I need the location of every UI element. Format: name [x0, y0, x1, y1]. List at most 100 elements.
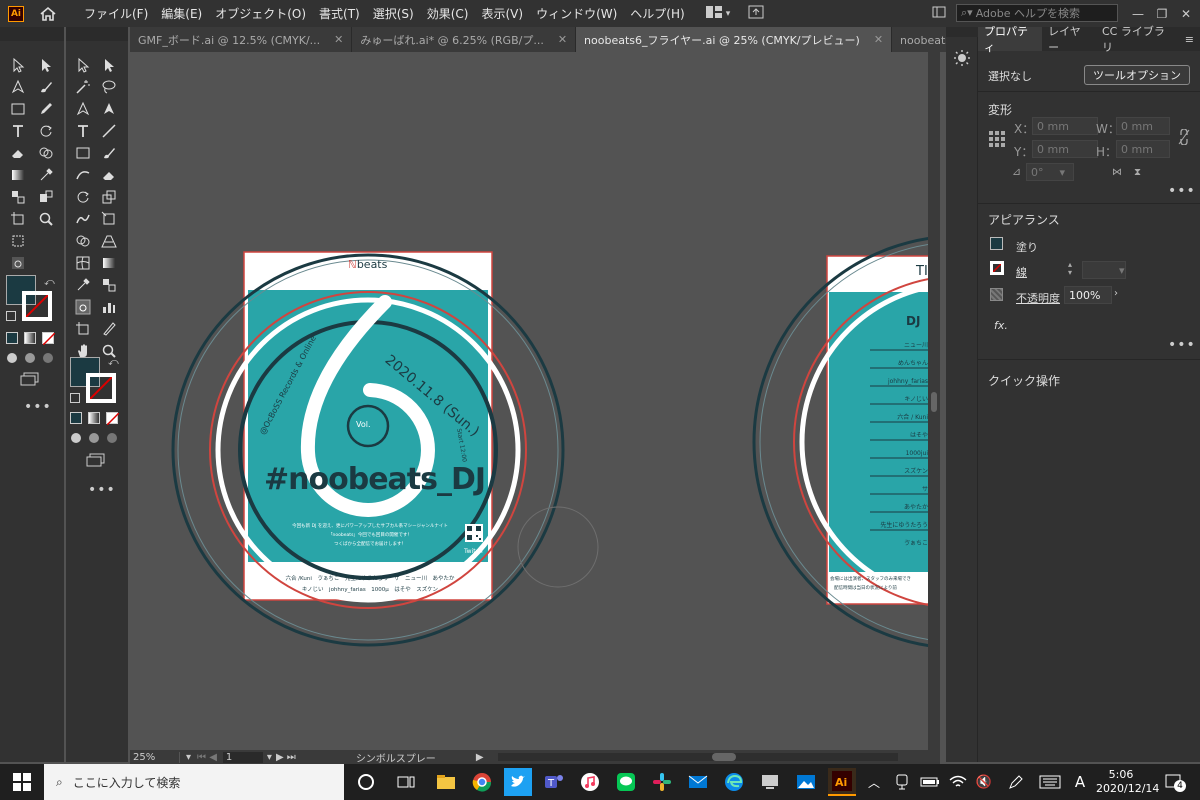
pen-tool-icon[interactable]	[7, 77, 29, 97]
brush-tool-icon[interactable]	[35, 77, 57, 97]
appearance-stroke-swatch[interactable]	[990, 261, 1004, 275]
tab-layers[interactable]: レイヤー	[1042, 25, 1096, 54]
rotate-tool-icon[interactable]	[35, 121, 57, 141]
close-icon[interactable]: ✕	[558, 33, 567, 46]
battery-icon[interactable]	[916, 768, 944, 796]
stroke-swatch[interactable]	[86, 373, 116, 403]
none-mode-icon[interactable]	[106, 412, 119, 425]
screen-mode-icon[interactable]	[86, 453, 106, 470]
symbol-sprayer-tool-icon[interactable]	[72, 297, 94, 317]
mesh-tool-icon[interactable]	[72, 253, 94, 273]
menu-object[interactable]: オブジェクト(O)	[215, 5, 306, 22]
tool-options-button[interactable]: ツールオプション	[1084, 65, 1190, 85]
selection-tool-icon[interactable]	[72, 55, 94, 75]
close-icon[interactable]: ✕	[874, 33, 883, 46]
notification-icon[interactable]: 4	[1160, 768, 1188, 796]
photos-icon[interactable]	[792, 768, 820, 796]
opacity-field[interactable]: 100%	[1064, 286, 1112, 304]
scrollbar-thumb[interactable]	[931, 392, 937, 412]
gradient-tool-icon[interactable]	[7, 165, 29, 185]
free-transform-tool-icon[interactable]	[98, 209, 120, 229]
warp-tool-icon[interactable]	[72, 209, 94, 229]
music-icon[interactable]	[576, 768, 604, 796]
more-tools-icon[interactable]: •••	[88, 482, 116, 498]
shape-builder-tool-icon[interactable]	[35, 143, 57, 163]
paintbrush-tool-icon[interactable]	[98, 143, 120, 163]
tab-doc-1[interactable]: GMF_ボード.ai @ 12.5% (CMYK/... ✕	[130, 27, 353, 52]
appearance-fill-swatch[interactable]	[990, 237, 1003, 250]
panel-grip[interactable]	[66, 27, 128, 41]
panel-grip[interactable]	[0, 27, 64, 41]
color-mode-icon[interactable]	[6, 332, 18, 344]
ime-indicator[interactable]: A	[1066, 768, 1094, 796]
type-tool-icon[interactable]	[72, 121, 94, 141]
artboard-tool-icon[interactable]	[72, 319, 94, 339]
rectangle-tool-icon[interactable]	[72, 143, 94, 163]
mail-icon[interactable]	[684, 768, 712, 796]
pencil-tool-icon[interactable]	[35, 99, 57, 119]
panel-toggle-icon[interactable]	[932, 5, 946, 22]
constrain-proportions-icon[interactable]	[1178, 128, 1190, 148]
chevron-down-icon[interactable]: ▾	[726, 9, 731, 19]
panel-grip[interactable]	[946, 27, 978, 37]
more-tools-icon[interactable]: •••	[24, 399, 52, 415]
line-tool-icon[interactable]	[98, 121, 120, 141]
type-tool-icon[interactable]	[7, 121, 29, 141]
angle-field[interactable]: 0° ▾	[1026, 163, 1074, 181]
menu-file[interactable]: ファイル(F)	[84, 5, 148, 22]
chevron-down-icon[interactable]: ▾	[1119, 264, 1125, 277]
shaper-tool-icon[interactable]	[72, 165, 94, 185]
curvature-tool-icon[interactable]	[98, 99, 120, 119]
gradient-mode-icon[interactable]	[88, 412, 100, 424]
tab-cc-libraries[interactable]: CC ライブラリ	[1096, 25, 1179, 54]
artboard-tool-icon[interactable]	[7, 209, 29, 229]
edge-icon[interactable]	[720, 768, 748, 796]
draw-normal-icon[interactable]	[70, 432, 84, 447]
menu-select[interactable]: 選択(S)	[373, 5, 414, 22]
chevron-down-icon[interactable]: ▾	[186, 752, 191, 763]
windows-start-icon[interactable]	[8, 768, 36, 796]
artboard-number[interactable]: 1	[222, 751, 263, 763]
eyedropper-tool-icon[interactable]	[72, 275, 94, 295]
file-explorer-icon[interactable]	[432, 768, 460, 796]
keyboard-icon[interactable]	[1036, 768, 1064, 796]
swap-colors-icon[interactable]: ⤺	[44, 277, 55, 288]
scale-tool-icon[interactable]	[98, 187, 120, 207]
swap-colors-icon[interactable]: ⤺	[108, 357, 119, 368]
selection-tool-icon[interactable]	[7, 55, 29, 75]
panel-menu-icon[interactable]: ≡	[1179, 27, 1200, 51]
default-colors-icon[interactable]	[6, 311, 16, 321]
chrome-icon[interactable]	[468, 768, 496, 796]
draw-inside-icon[interactable]	[42, 352, 56, 364]
taskbar-clock[interactable]: 5:06 2020/12/14	[1096, 768, 1159, 796]
task-view-icon[interactable]	[392, 768, 420, 796]
menu-view[interactable]: 表示(V)	[481, 5, 523, 22]
live-paint-tool-icon[interactable]	[35, 187, 57, 207]
shape-builder-tool-icon[interactable]	[72, 231, 94, 251]
menu-effect[interactable]: 効果(C)	[427, 5, 469, 22]
lasso-tool-icon[interactable]	[98, 77, 120, 97]
screen-mode-icon[interactable]	[20, 372, 40, 389]
eyedropper-tool-icon[interactable]	[35, 165, 57, 185]
draw-behind-icon[interactable]	[88, 432, 102, 447]
direct-selection-tool-icon[interactable]	[35, 55, 57, 75]
taskbar-search-input[interactable]: ⌕ ここに入力して検索	[44, 764, 344, 800]
gradient-tool-icon[interactable]	[98, 253, 120, 273]
next-artboard-button[interactable]: ▶ ⏭	[276, 752, 296, 763]
draw-inside-icon[interactable]	[106, 432, 120, 447]
w-field[interactable]: 0 mm	[1116, 117, 1170, 135]
chevron-down-icon[interactable]: ▾	[1060, 166, 1066, 179]
rectangle-tool-icon[interactable]	[7, 99, 29, 119]
color-mode-icon[interactable]	[70, 412, 82, 424]
h-field[interactable]: 0 mm	[1116, 140, 1170, 158]
stroke-weight-stepper[interactable]: ▴ ▾	[1068, 261, 1080, 279]
eraser-tool-icon[interactable]	[7, 143, 29, 163]
slack-icon[interactable]	[648, 768, 676, 796]
tab-doc-2[interactable]: みゅーばれ.ai* @ 6.25% (RGB/プ... ✕	[352, 27, 577, 52]
blend-tool-icon[interactable]	[7, 187, 29, 207]
blend-tool-icon[interactable]	[98, 275, 120, 295]
fx-icon[interactable]: fx.	[994, 319, 1008, 332]
stroke-label[interactable]: 線	[1016, 264, 1027, 280]
desktop-app-icon[interactable]	[756, 768, 784, 796]
help-search-input[interactable]: ⌕▾ Adobe ヘルプを検索	[956, 4, 1118, 22]
